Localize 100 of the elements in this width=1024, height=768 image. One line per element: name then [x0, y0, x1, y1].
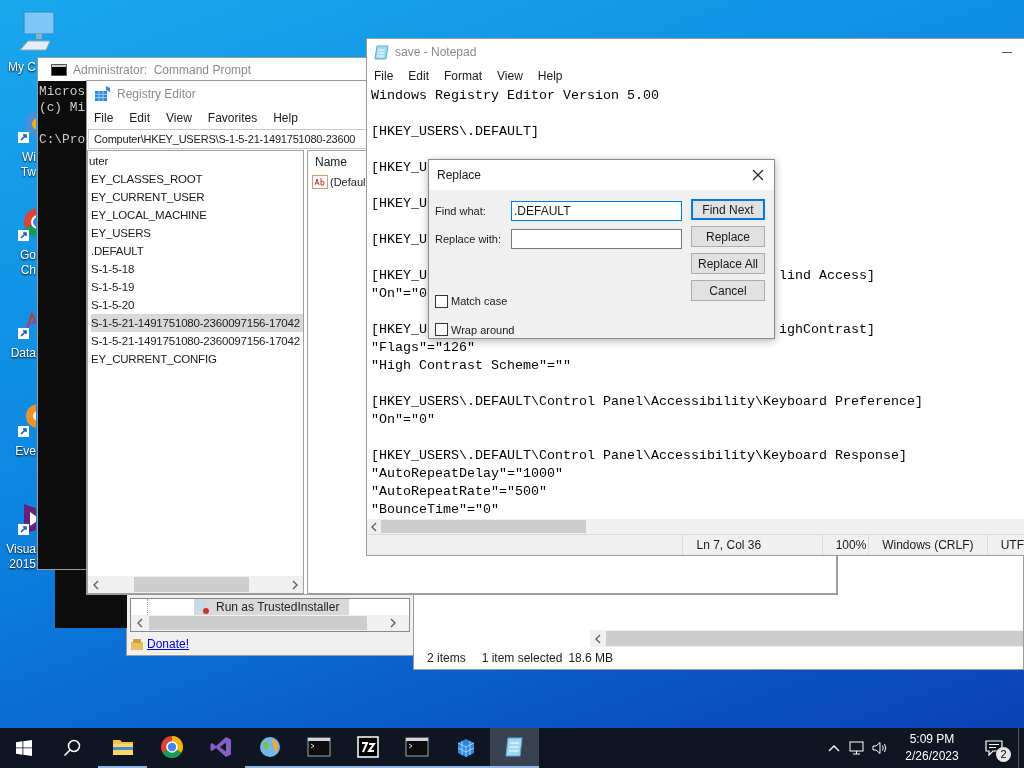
status-text: Windows (CRLF): [882, 537, 974, 554]
status-text: 1 item selected: [481, 650, 563, 667]
tree-item[interactable]: EY_CURRENT_CONFIG: [91, 350, 303, 368]
text-line: "On"="0": [371, 411, 435, 429]
text-line: [HKEY_U: [371, 267, 427, 285]
window-title: Registry Editor: [117, 86, 196, 103]
string-value-icon: [312, 174, 328, 190]
status-text: 2 items: [427, 650, 466, 667]
scroll-left-icon[interactable]: [370, 521, 378, 532]
icon-label[interactable]: 2015: [9, 557, 36, 572]
tree-item[interactable]: S-1-5-21-1491751080-2360097156-17042: [91, 314, 303, 332]
notification-button[interactable]: 2: [970, 728, 1018, 768]
windows-logo-icon: [16, 740, 32, 756]
dialog-button[interactable]: Find Next: [691, 199, 765, 220]
text-line: [HKEY_U: [371, 195, 427, 213]
status-text: Ln 7, Col 36: [696, 537, 762, 554]
status-text: 18.6 MB: [568, 650, 614, 667]
scrollbar-thumb[interactable]: [381, 520, 586, 533]
text-line: [HKEY_USERS\.DEFAULT\Control Panel\Accessibility\Keyboard Preference]: [371, 393, 923, 411]
tree-item[interactable]: S-1-5-18: [91, 260, 303, 278]
tree-item[interactable]: EY_LOCAL_MACHINE: [91, 206, 303, 224]
network-icon[interactable]: [849, 741, 865, 755]
menu-item[interactable]: Help: [537, 67, 563, 85]
dialog-button[interactable]: Replace: [691, 226, 765, 247]
notification-badge: 2: [996, 747, 1011, 762]
tree-item[interactable]: .DEFAULT: [91, 242, 303, 260]
console-line: Micros: [39, 84, 86, 100]
scrollbar-thumb[interactable]: [606, 631, 1023, 646]
app-icon: [159, 735, 184, 759]
text-line: "AutoRepeatRate"="500": [371, 483, 547, 501]
text-line: [HKEY_USERS\.DEFAULT\Control Panel\Accessibility\Keyboard Response]: [371, 447, 907, 465]
dialog-button[interactable]: Replace All: [691, 253, 765, 274]
scroll-left-icon[interactable]: [92, 579, 100, 590]
tree-item[interactable]: uter: [89, 152, 303, 170]
text-line: "Flags"="126": [371, 339, 475, 357]
app-icon: [194, 599, 210, 615]
scroll-left-icon[interactable]: [594, 633, 602, 644]
icon-label[interactable]: Eve: [15, 444, 36, 459]
tree-item[interactable]: S-1-5-21-1491751080-2360097156-17042: [91, 332, 303, 350]
terminal-icon: [306, 735, 331, 759]
notepad-icon: [374, 44, 390, 60]
menu-item[interactable]: Edit: [408, 67, 430, 85]
console-line: C:\Pro: [39, 132, 86, 148]
checkbox[interactable]: Wrap around: [435, 321, 691, 338]
dialog-button[interactable]: Cancel: [691, 280, 765, 301]
menu-item[interactable]: Help: [273, 109, 298, 127]
scroll-right-icon[interactable]: [389, 618, 397, 628]
scrollbar-thumb[interactable]: [149, 616, 367, 630]
app-icon: [208, 735, 233, 759]
console-line: (c) Mi: [39, 100, 86, 116]
window-title: save - Notepad: [395, 44, 477, 61]
field-label: Find what:: [435, 203, 487, 219]
text-line: "High Contrast Scheme"="": [371, 357, 571, 375]
terminal-icon: [51, 63, 67, 76]
input-field[interactable]: .DEFAULT: [511, 201, 682, 221]
menu-item[interactable]: Format: [444, 67, 483, 85]
donate-link[interactable]: Donate!: [147, 635, 190, 653]
window-title: Administrator: Command Prompt: [73, 61, 252, 79]
tree-item[interactable]: EY_USERS: [91, 224, 303, 242]
menu-item[interactable]: Edit: [129, 109, 151, 127]
tree-item[interactable]: EY_CLASSES_ROOT: [91, 170, 303, 188]
tree-item[interactable]: S-1-5-20: [91, 296, 303, 314]
tree-item[interactable]: Run as TrustedInstaller: [194, 599, 350, 615]
text-line: ighContrast]: [779, 321, 875, 339]
text-line: [HKEY_U: [371, 159, 427, 177]
donate-icon: [130, 637, 144, 651]
icon-label[interactable]: Visua: [6, 542, 36, 557]
column-header[interactable]: Name: [315, 153, 347, 171]
tree-item[interactable]: S-1-5-19: [91, 278, 303, 296]
checkbox[interactable]: Match case: [435, 293, 691, 310]
menu-item[interactable]: View: [497, 67, 523, 85]
text-line: "On"="0: [371, 285, 427, 303]
status-text: UTF: [1000, 537, 1024, 554]
text-line: [HKEY_U: [371, 231, 427, 249]
minimize-icon[interactable]: [1002, 51, 1012, 53]
dialog-title: Replace: [437, 167, 482, 184]
status-text: 100%: [835, 537, 867, 554]
menu-item[interactable]: File: [374, 67, 394, 85]
taskbar-button[interactable]: [490, 728, 539, 768]
archive-icon: [355, 735, 380, 759]
menu-item[interactable]: View: [166, 109, 192, 127]
search-icon: [63, 739, 81, 757]
clock[interactable]: 5:09 PM 2/26/2023: [894, 731, 970, 765]
input-field[interactable]: [511, 229, 682, 249]
scroll-right-icon[interactable]: [291, 579, 299, 590]
scroll-left-icon[interactable]: [136, 618, 144, 628]
cubes-icon: [93, 85, 111, 103]
text-line: [HKEY_USERS\.DEFAULT]: [371, 123, 539, 141]
list-cell-text: (Defaul: [330, 174, 366, 190]
address-bar[interactable]: Computer\HKEY_USERS\S-1-5-21-1491751080-23600: [88, 129, 366, 149]
scrollbar-thumb[interactable]: [134, 577, 249, 592]
tree-item[interactable]: EY_CURRENT_USER: [91, 188, 303, 206]
field-label: Replace with:: [435, 231, 503, 247]
chevron-up-icon[interactable]: [828, 744, 840, 752]
close-icon[interactable]: [752, 169, 764, 181]
menu-item[interactable]: File: [94, 109, 114, 127]
volume-icon[interactable]: [872, 741, 888, 755]
text-line: "BounceTime"="0": [371, 501, 499, 519]
menu-item[interactable]: Favorites: [207, 109, 258, 127]
notification-icon: [985, 740, 1003, 756]
